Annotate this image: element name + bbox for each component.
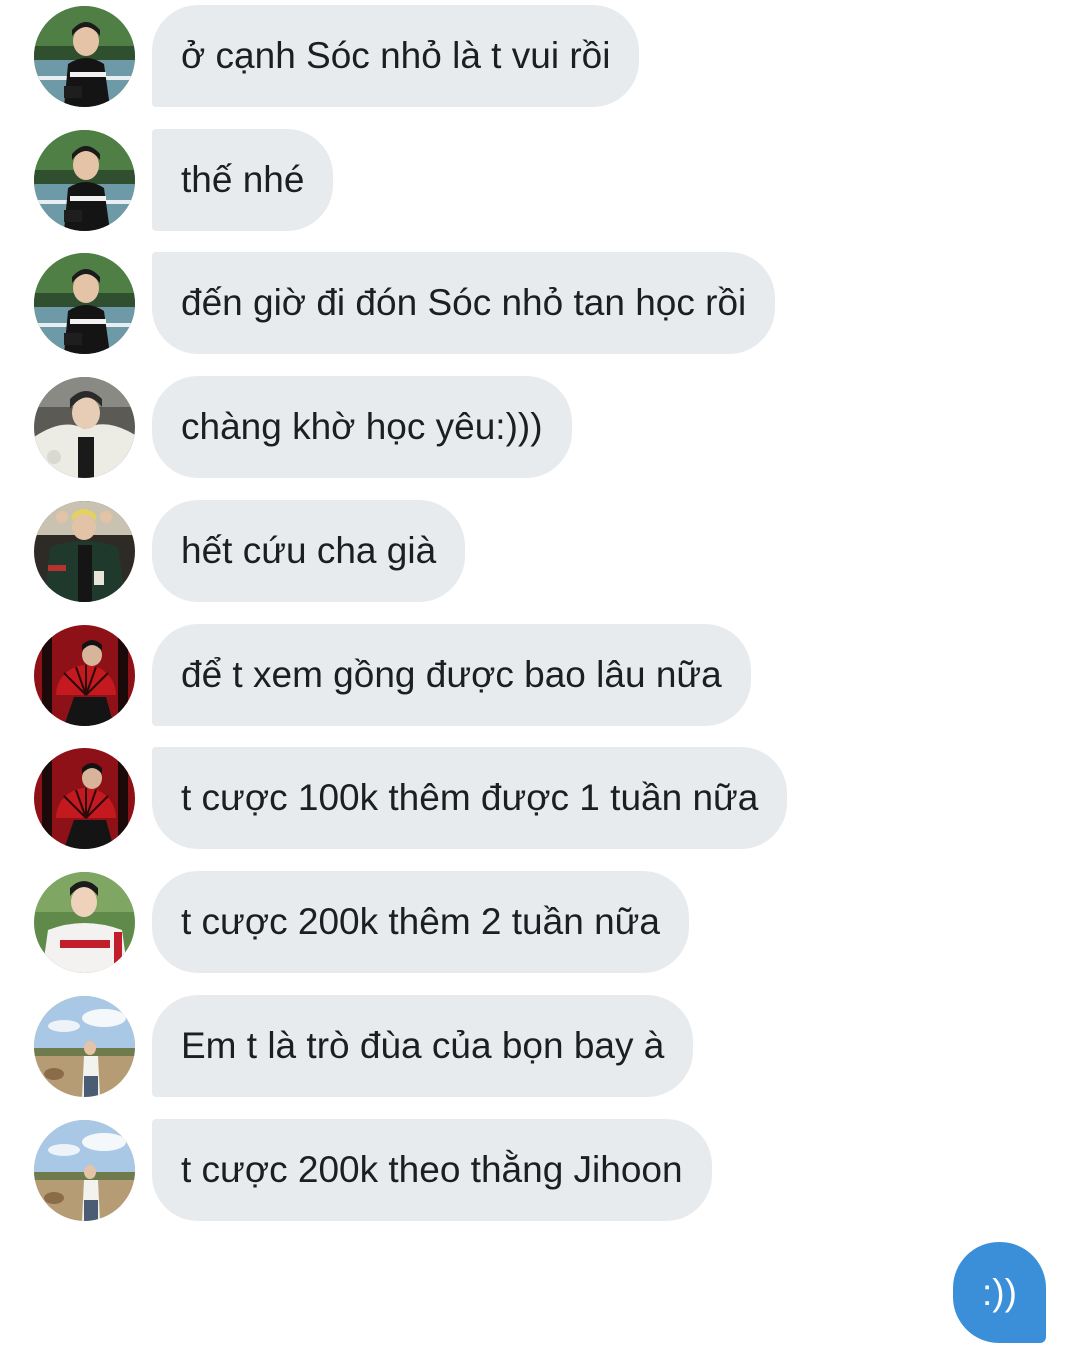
message-bubble[interactable]: để t xem gồng được bao lâu nữa	[152, 624, 751, 726]
message-bubble[interactable]: thế nhé	[152, 129, 334, 231]
avatar-basketball-court-image	[34, 253, 135, 354]
avatar-red-fan-image	[34, 748, 135, 849]
message-row: đến giờ đi đón Sóc nhỏ tan học rồi	[0, 252, 1077, 354]
avatar-red-fan-image	[34, 625, 135, 726]
avatar[interactable]	[34, 130, 135, 231]
message-bubble[interactable]: đến giờ đi đón Sóc nhỏ tan học rồi	[152, 252, 776, 354]
avatar-white-fleece-image	[34, 377, 135, 478]
avatar[interactable]	[34, 377, 135, 478]
message-row: thế nhé	[0, 129, 1077, 231]
avatar-basketball-court-image	[34, 6, 135, 107]
avatar[interactable]	[34, 253, 135, 354]
message-bubble[interactable]: t cược 200k thêm 2 tuần nữa	[152, 871, 689, 973]
avatar[interactable]	[34, 625, 135, 726]
avatar-field-sky-image	[34, 996, 135, 1097]
avatar[interactable]	[34, 1120, 135, 1221]
message-bubble[interactable]: ở cạnh Sóc nhỏ là t vui rồi	[152, 5, 640, 107]
message-bubble[interactable]: Em t là trò đùa của bọn bay à	[152, 995, 694, 1097]
message-row: t cược 100k thêm được 1 tuần nữa	[0, 747, 1077, 849]
avatar[interactable]	[34, 501, 135, 602]
avatar-field-sky-image	[34, 1120, 135, 1221]
avatar[interactable]	[34, 872, 135, 973]
chat-thread[interactable]: ở cạnh Sóc nhỏ là t vui rồi thế nhé đến …	[0, 0, 1077, 1347]
outgoing-message-bubble[interactable]: :))	[953, 1242, 1046, 1343]
message-bubble[interactable]: chàng khờ học yêu:)))	[152, 376, 572, 478]
avatar[interactable]	[34, 748, 135, 849]
avatar[interactable]	[34, 996, 135, 1097]
message-bubble[interactable]: hết cứu cha già	[152, 500, 466, 602]
message-bubble[interactable]: t cược 200k theo thằng Jihoon	[152, 1119, 712, 1221]
message-row: để t xem gồng được bao lâu nữa	[0, 624, 1077, 726]
message-row: ở cạnh Sóc nhỏ là t vui rồi	[0, 5, 1077, 107]
message-row: t cược 200k theo thằng Jihoon	[0, 1119, 1077, 1221]
avatar-varsity-jacket-image	[34, 501, 135, 602]
message-bubble[interactable]: t cược 100k thêm được 1 tuần nữa	[152, 747, 788, 849]
avatar-baseball-jersey-image	[34, 872, 135, 973]
message-row: chàng khờ học yêu:)))	[0, 376, 1077, 478]
avatar-basketball-court-image	[34, 130, 135, 231]
message-row: Em t là trò đùa của bọn bay à	[0, 995, 1077, 1097]
message-row: hết cứu cha già	[0, 500, 1077, 602]
message-row: t cược 200k thêm 2 tuần nữa	[0, 871, 1077, 973]
avatar[interactable]	[34, 6, 135, 107]
